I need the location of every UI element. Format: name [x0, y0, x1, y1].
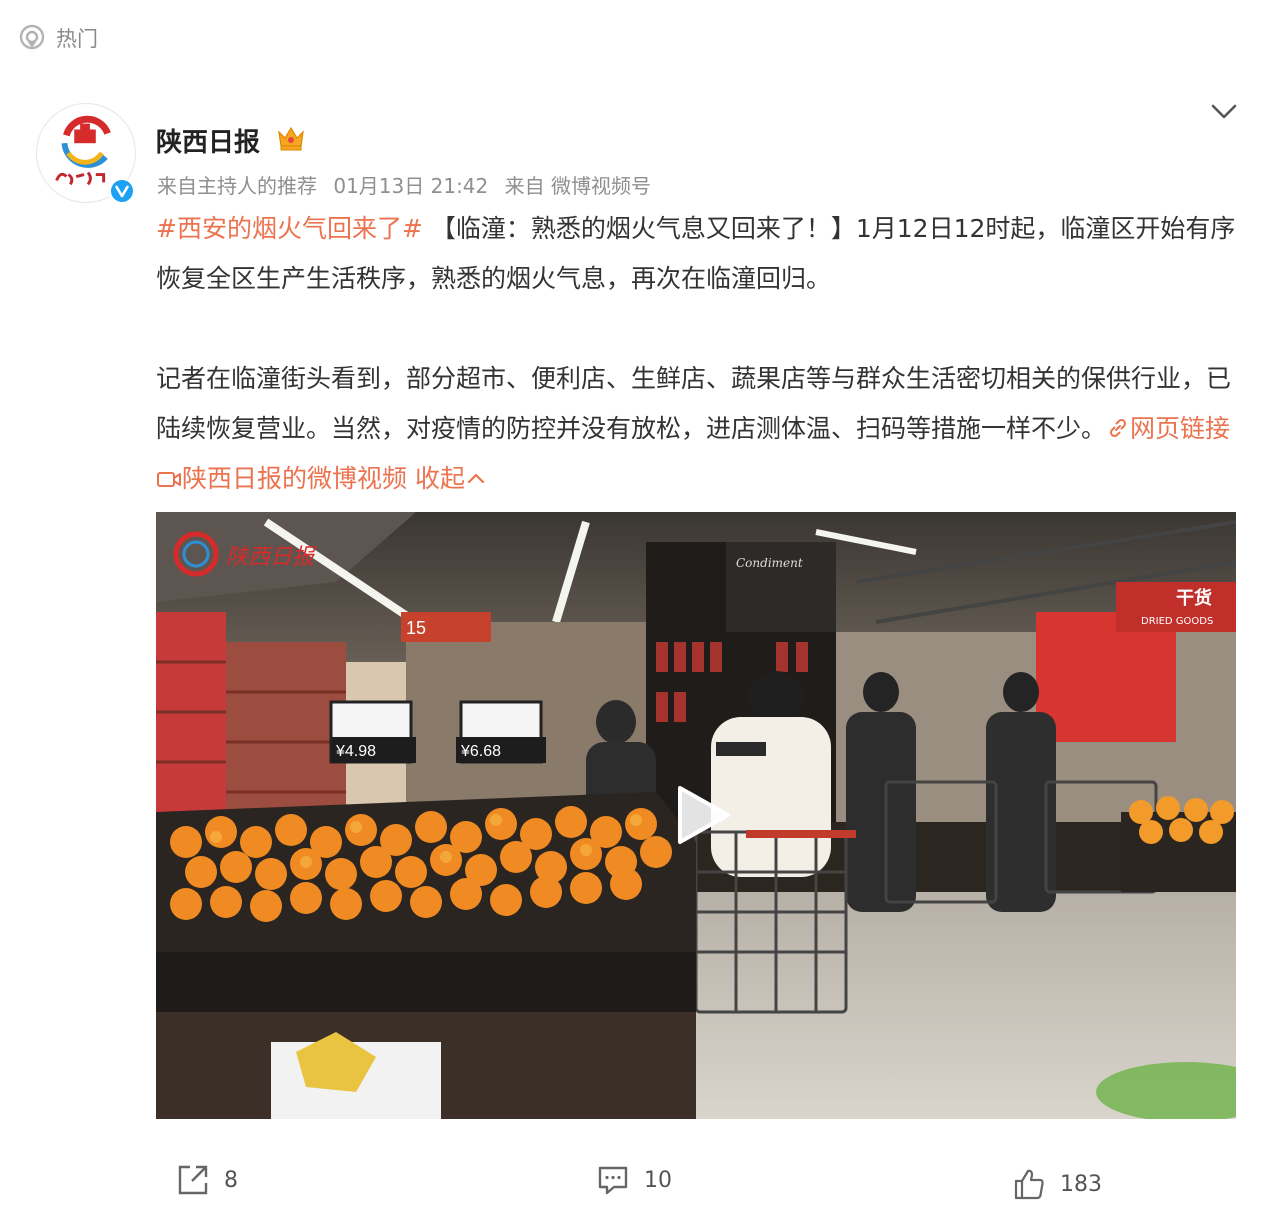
video-link[interactable]: 陕西日报的微博视频 — [156, 464, 407, 493]
video-player[interactable]: 15 Condiment 干货 DRIED GOODS ¥4.98 ¥6.68 — [156, 512, 1236, 1119]
hot-location-icon — [18, 24, 46, 52]
repost-icon — [178, 1165, 208, 1195]
post-action-bar: 8 10 183 — [0, 1150, 1274, 1210]
collapse-button[interactable]: 收起 — [415, 464, 487, 493]
web-link-label: 网页链接 — [1130, 414, 1231, 443]
like-button[interactable]: 183 — [1012, 1154, 1102, 1214]
author-name[interactable]: 陕西日报 — [156, 122, 260, 159]
section-label: 热门 — [56, 27, 98, 51]
store-sign-sub: DRIED GOODS — [1141, 616, 1213, 627]
web-link[interactable]: 网页链接 — [1106, 414, 1230, 443]
watermark-text: 陕西日报 — [226, 545, 317, 570]
condiment-sign: Condiment — [736, 556, 803, 570]
video-link-label: 陕西日报的微博视频 — [182, 464, 408, 493]
crown-icon — [276, 124, 306, 152]
client-label: 来自 微博视频号 — [504, 174, 651, 198]
play-icon[interactable] — [666, 780, 736, 850]
video-icon — [157, 472, 181, 487]
comment-count: 10 — [644, 1167, 672, 1193]
post-paragraph-1: #西安的烟火气回来了# 【临潼：熟悉的烟火气息又回来了！】1月12日12时起，临… — [156, 204, 1236, 304]
comment-button[interactable]: 10 — [596, 1150, 672, 1210]
store-sign: 干货 — [1176, 587, 1212, 609]
like-count: 183 — [1060, 1171, 1102, 1197]
verified-badge-icon — [108, 177, 136, 205]
repost-button[interactable]: 8 — [176, 1150, 238, 1210]
post-meta: 来自主持人的推荐 01月13日 21:42 来自 微博视频号 — [157, 170, 661, 199]
comment-icon — [598, 1166, 628, 1195]
post-timestamp[interactable]: 01月13日 21:42 — [333, 174, 488, 198]
link-icon — [1109, 418, 1127, 438]
chevron-down-icon[interactable] — [1208, 96, 1240, 128]
post-body: #西安的烟火气回来了# 【临潼：熟悉的烟火气息又回来了！】1月12日12时起，临… — [156, 204, 1236, 504]
like-icon — [1014, 1169, 1044, 1200]
price-tag-2: ¥6.68 — [460, 743, 501, 760]
price-tag-1: ¥4.98 — [335, 743, 376, 760]
paragraph-2-text: 记者在临潼街头看到，部分超市、便利店、生鲜店、蔬果店等与群众生活密切相关的保供行… — [156, 364, 1232, 443]
repost-count: 8 — [224, 1167, 238, 1193]
source-label: 来自主持人的推荐 — [157, 174, 317, 198]
hashtag-link[interactable]: #西安的烟火气回来了# — [156, 214, 423, 243]
collapse-label: 收起 — [414, 464, 465, 493]
post-paragraph-2: 记者在临潼街头看到，部分超市、便利店、生鲜店、蔬果店等与群众生活密切相关的保供行… — [156, 354, 1236, 504]
hot-section-header: 热门 — [18, 20, 98, 56]
section-number: 15 — [406, 618, 426, 638]
author-avatar[interactable] — [36, 103, 138, 205]
chevron-up-icon — [467, 473, 485, 484]
